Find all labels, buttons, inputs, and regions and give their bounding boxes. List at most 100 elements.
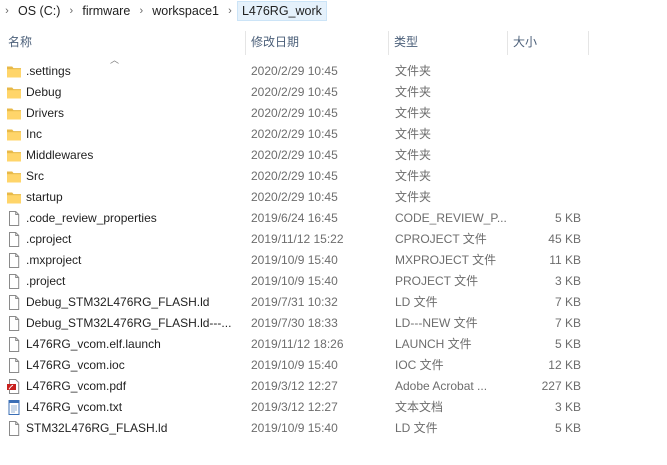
chevron-right-icon[interactable]: › <box>223 5 237 17</box>
file-icon <box>6 252 22 269</box>
breadcrumb-os-drive[interactable]: OS (C:) <box>14 1 64 21</box>
file-row[interactable]: .mxproject 2019/10/9 15:40 MXPROJECT 文件 11 … <box>0 250 667 271</box>
file-type: MXPROJECT 文件 <box>395 253 497 267</box>
file-list: .settings 2020/2/29 10:45 文件夹 Debug 2020/2/2… <box>0 61 667 439</box>
file-name: Debug <box>26 85 62 99</box>
file-icon <box>6 210 22 227</box>
column-header-type[interactable]: 类型 <box>388 29 507 55</box>
chevron-right-icon[interactable]: › <box>0 5 14 17</box>
file-date: 2020/2/29 10:45 <box>251 190 338 204</box>
file-icon <box>6 315 22 332</box>
file-row[interactable]: L476RG_vcom.txt 2019/3/12 12:27 文本文档 3 KB <box>0 397 667 418</box>
file-type: CODE_REVIEW_P... <box>395 211 507 225</box>
chevron-right-icon[interactable]: › <box>64 5 78 17</box>
file-name: L476RG_vcom.pdf <box>26 379 127 393</box>
file-icon <box>6 273 22 290</box>
file-size <box>500 166 581 187</box>
pdf-icon <box>6 378 22 395</box>
file-date: 2019/7/31 10:32 <box>251 295 338 309</box>
breadcrumb-firmware[interactable]: firmware <box>78 1 134 21</box>
file-size: 3 KB <box>554 274 581 288</box>
file-row[interactable]: L476RG_vcom.pdf 2019/3/12 12:27 Adobe Acro… <box>0 376 667 397</box>
file-date: 2019/11/12 15:22 <box>251 232 344 246</box>
file-name: .mxproject <box>26 253 82 267</box>
file-date: 2019/10/9 15:40 <box>251 358 338 372</box>
file-size: 5 KB <box>554 421 581 435</box>
file-row[interactable]: .settings 2020/2/29 10:45 文件夹 <box>0 61 667 82</box>
file-row[interactable]: STM32L476RG_FLASH.ld 2019/10/9 15:40 LD 文件… <box>0 418 667 439</box>
file-name: Middlewares <box>26 148 94 162</box>
file-icon <box>6 231 22 248</box>
file-size: 12 KB <box>548 358 581 372</box>
file-type: Adobe Acrobat ... <box>395 379 488 393</box>
file-name: Drivers <box>26 106 64 120</box>
file-row[interactable]: .cproject 2019/11/12 15:22 CPROJECT 文件 45 K… <box>0 229 667 250</box>
folder-icon <box>6 126 22 143</box>
file-size <box>500 103 581 124</box>
file-icon <box>6 420 22 437</box>
file-date: 2019/3/12 12:27 <box>251 400 338 414</box>
file-row[interactable]: Drivers 2020/2/29 10:45 文件夹 <box>0 103 667 124</box>
file-size: 7 KB <box>554 295 581 309</box>
file-size: 5 KB <box>554 337 581 351</box>
breadcrumb-workspace1[interactable]: workspace1 <box>148 1 223 21</box>
file-name: Debug_STM32L476RG_FLASH.ld <box>26 295 210 309</box>
file-size: 11 KB <box>549 253 581 267</box>
file-date: 2019/10/9 15:40 <box>251 274 338 288</box>
file-name: L476RG_vcom.txt <box>26 400 123 414</box>
chevron-right-icon[interactable]: › <box>134 5 148 17</box>
file-date: 2020/2/29 10:45 <box>251 106 338 120</box>
file-icon <box>6 357 22 374</box>
file-name: .settings <box>26 64 71 78</box>
file-type: LAUNCH 文件 <box>395 337 472 351</box>
file-name: Inc <box>26 127 43 141</box>
file-name: .cproject <box>26 232 72 246</box>
file-type: 文件夹 <box>395 190 432 204</box>
file-size: 5 KB <box>554 211 581 225</box>
file-row[interactable]: Middlewares 2020/2/29 10:45 文件夹 <box>0 145 667 166</box>
file-name: L476RG_vcom.elf.launch <box>26 337 161 351</box>
file-date: 2020/2/29 10:45 <box>251 64 338 78</box>
file-row[interactable]: .project 2019/10/9 15:40 PROJECT 文件 3 KB <box>0 271 667 292</box>
file-date: 2020/2/29 10:45 <box>251 148 338 162</box>
folder-icon <box>6 63 22 80</box>
folder-icon <box>6 105 22 122</box>
address-bar[interactable]: › OS (C:) › firmware › workspace1 › L476… <box>0 0 667 22</box>
file-row[interactable]: .code_review_properties 2019/6/24 16:45 CO… <box>0 208 667 229</box>
file-row[interactable]: Debug_STM32L476RG_FLASH.ld---... 2019/7/3… <box>0 313 667 334</box>
file-name: startup <box>26 190 63 204</box>
column-header-date[interactable]: 修改日期 <box>245 29 388 55</box>
file-row[interactable]: Debug_STM32L476RG_FLASH.ld 2019/7/31 10:3… <box>0 292 667 313</box>
file-date: 2020/2/29 10:45 <box>251 85 338 99</box>
column-divider[interactable] <box>588 31 589 55</box>
file-type: 文本文档 <box>395 400 444 414</box>
column-header-name[interactable]: 名称 <box>2 29 245 55</box>
file-row[interactable]: Inc 2020/2/29 10:45 文件夹 <box>0 124 667 145</box>
file-row[interactable]: Src 2020/2/29 10:45 文件夹 <box>0 166 667 187</box>
file-row[interactable]: L476RG_vcom.ioc 2019/10/9 15:40 IOC 文件 12 K… <box>0 355 667 376</box>
file-row[interactable]: startup 2020/2/29 10:45 文件夹 <box>0 187 667 208</box>
text-file-icon <box>6 399 22 416</box>
column-header-row: ︿ 名称 修改日期 类型 大小 <box>0 29 667 65</box>
column-header-size[interactable]: 大小 <box>507 29 588 55</box>
file-date: 2019/7/30 18:33 <box>251 316 338 330</box>
folder-icon <box>6 189 22 206</box>
breadcrumb-current-folder[interactable]: L476RG_work <box>236 1 327 21</box>
file-type: LD 文件 <box>395 295 438 309</box>
file-name: L476RG_vcom.ioc <box>26 358 125 372</box>
file-size <box>500 187 581 208</box>
file-size: 3 KB <box>554 400 581 414</box>
file-type: PROJECT 文件 <box>395 274 479 288</box>
file-date: 2019/10/9 15:40 <box>251 253 338 267</box>
file-row[interactable]: L476RG_vcom.elf.launch 2019/11/12 18:26 LA… <box>0 334 667 355</box>
file-type: 文件夹 <box>395 85 432 99</box>
file-type: 文件夹 <box>395 127 432 141</box>
file-date: 2019/3/12 12:27 <box>251 379 338 393</box>
file-date: 2019/10/9 15:40 <box>251 421 338 435</box>
file-date: 2020/2/29 10:45 <box>251 127 338 141</box>
file-type: LD 文件 <box>395 421 438 435</box>
file-size: 45 KB <box>548 232 581 246</box>
file-size <box>500 82 581 103</box>
file-row[interactable]: Debug 2020/2/29 10:45 文件夹 <box>0 82 667 103</box>
folder-icon <box>6 84 22 101</box>
